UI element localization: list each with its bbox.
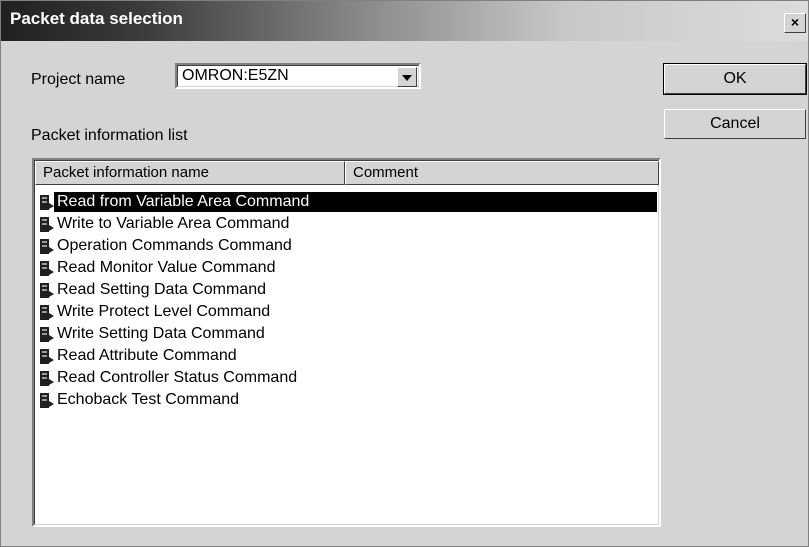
column-header-packet-information-name[interactable]: Packet information name [35, 161, 345, 185]
title-bar: Packet data selection × [1, 1, 808, 41]
packet-data-selection-dialog: Packet data selection × Project name OMR… [0, 0, 809, 547]
packet-icon [39, 305, 55, 321]
list-item[interactable]: Write Setting Data Command [35, 323, 659, 345]
list-item[interactable]: Operation Commands Command [35, 235, 659, 257]
list-item-label: Read Setting Data Command [57, 281, 266, 298]
packet-icon [39, 261, 55, 277]
list-item[interactable]: Write Protect Level Command [35, 301, 659, 323]
window-title: Packet data selection [10, 9, 183, 28]
list-item[interactable]: Read Attribute Command [35, 345, 659, 367]
packet-icon [39, 393, 55, 409]
packet-icon [39, 327, 55, 343]
list-item[interactable]: Echoback Test Command [35, 389, 659, 411]
packet-icon [39, 195, 55, 211]
list-item-label: Read Controller Status Command [57, 369, 298, 386]
list-rows: Read from Variable Area Command Write to … [35, 191, 659, 411]
list-header: Packet information name Comment [35, 161, 659, 185]
packet-information-list[interactable]: Packet information name Comment Read fro… [32, 158, 661, 527]
list-item[interactable]: Read from Variable Area Command [35, 191, 659, 213]
packet-icon [39, 283, 55, 299]
list-item-label: Read from Variable Area Command [54, 192, 657, 212]
ok-button[interactable]: OK [663, 63, 807, 95]
packet-icon [39, 371, 55, 387]
list-item-label: Read Monitor Value Command [57, 259, 276, 276]
packet-icon [39, 349, 55, 365]
list-item[interactable]: Read Monitor Value Command [35, 257, 659, 279]
list-item-label: Echoback Test Command [57, 391, 240, 408]
packet-icon [39, 217, 55, 233]
list-item[interactable]: Read Controller Status Command [35, 367, 659, 389]
list-item-label: Operation Commands Command [57, 237, 292, 254]
list-item-label: Write Setting Data Command [57, 325, 265, 342]
list-item-label: Write Protect Level Command [57, 303, 271, 320]
cancel-button[interactable]: Cancel [664, 109, 806, 139]
packet-icon [39, 239, 55, 255]
dropdown-button[interactable] [397, 67, 417, 87]
list-item-label: Write to Variable Area Command [57, 215, 290, 232]
project-name-combobox[interactable]: OMRON:E5ZN [175, 63, 421, 89]
close-icon: × [790, 14, 800, 30]
project-name-value: OMRON:E5ZN [182, 67, 289, 84]
packet-information-list-label: Packet information list [31, 127, 188, 144]
list-item[interactable]: Write to Variable Area Command [35, 213, 659, 235]
chevron-down-icon [402, 75, 412, 81]
close-button[interactable]: × [784, 13, 806, 33]
list-item-label: Read Attribute Command [57, 347, 237, 364]
column-header-comment[interactable]: Comment [345, 161, 659, 185]
list-item[interactable]: Read Setting Data Command [35, 279, 659, 301]
project-name-label: Project name [31, 71, 126, 88]
